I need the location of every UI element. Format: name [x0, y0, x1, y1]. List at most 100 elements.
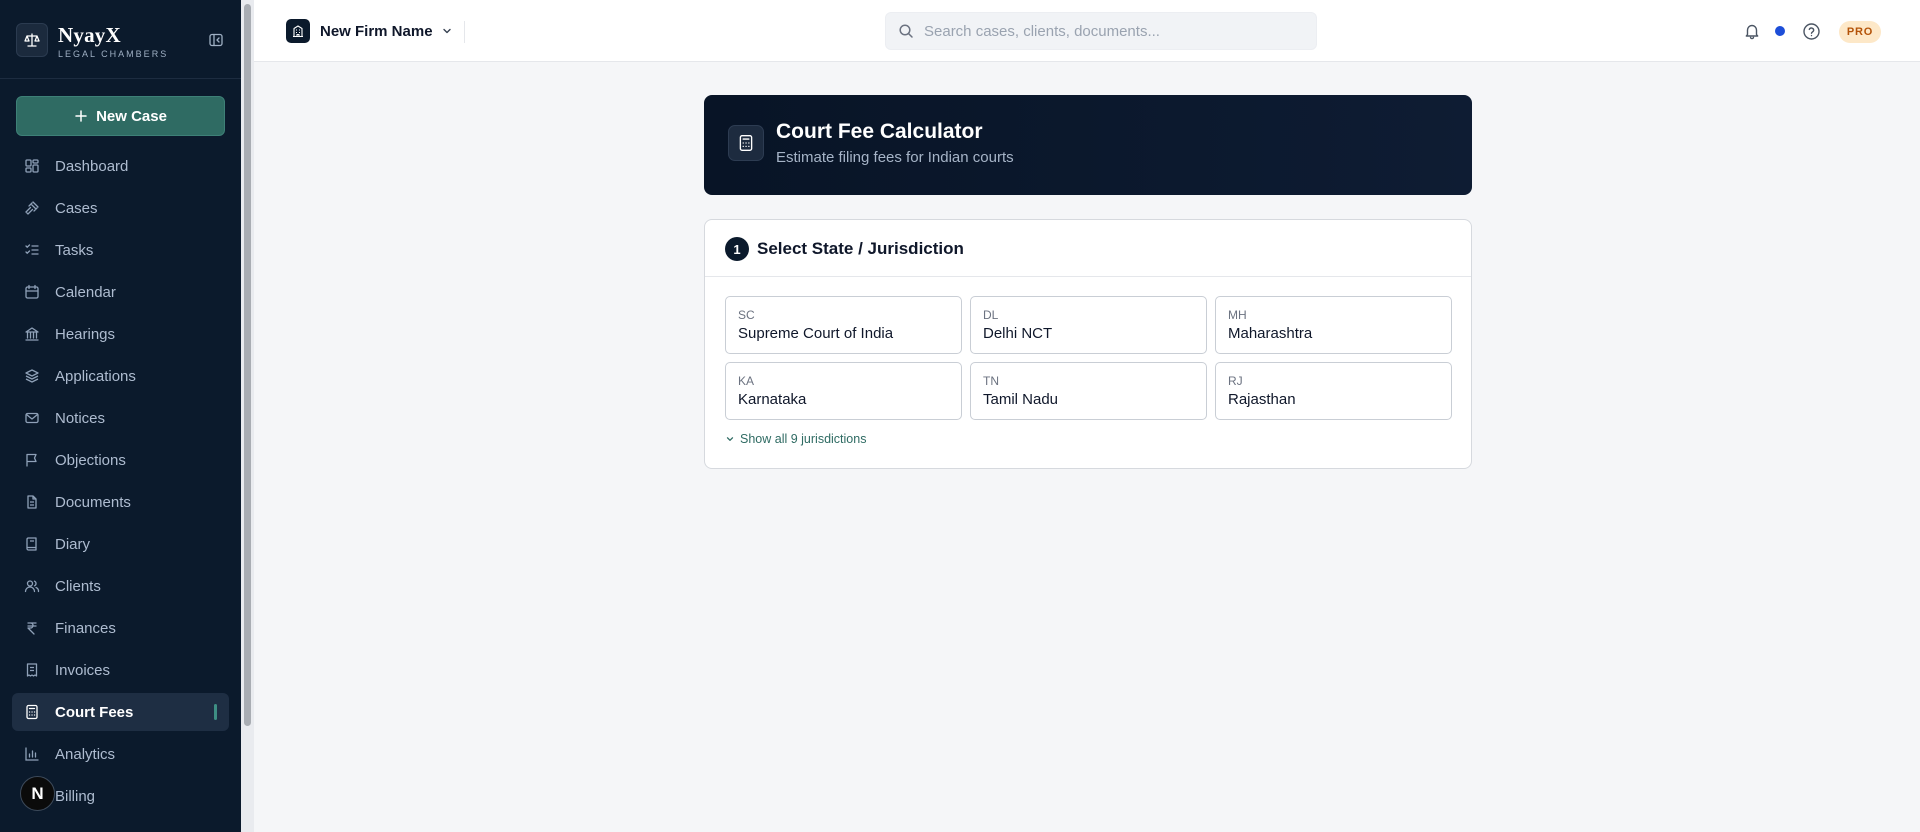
firm-switcher[interactable]: New Firm Name: [286, 19, 453, 43]
sidebar-item-objections[interactable]: Objections: [12, 441, 229, 479]
jurisdiction-code: KA: [738, 374, 755, 388]
jurisdiction-option-mh[interactable]: MH Maharashtra: [1215, 296, 1452, 354]
jurisdiction-option-sc[interactable]: SC Supreme Court of India: [725, 296, 962, 354]
plan-badge: PRO: [1839, 21, 1881, 43]
chevron-down-icon: [726, 437, 734, 441]
search-bar[interactable]: [885, 12, 1317, 50]
sidebar-item-label: Billing: [55, 787, 96, 805]
jurisdiction-option-dl[interactable]: DL Delhi NCT: [970, 296, 1207, 354]
layers-icon: [24, 368, 40, 384]
avatar[interactable]: N: [20, 776, 55, 811]
scales-icon: [16, 23, 48, 57]
jurisdiction-code: TN: [983, 374, 999, 388]
sidebar-item-invoices[interactable]: Invoices: [12, 651, 229, 689]
sidebar-item-label: Documents: [55, 493, 131, 511]
sidebar-item-label: Cases: [55, 199, 98, 217]
sidebar-item-label: Tasks: [55, 241, 94, 259]
help-icon[interactable]: [1800, 20, 1822, 42]
receipt-icon: [24, 662, 40, 678]
sidebar-item-label: Dashboard: [55, 157, 129, 175]
chevron-down-icon: [441, 25, 453, 37]
show-all-label: Show all 9 jurisdictions: [740, 432, 867, 446]
show-all-jurisdictions-link[interactable]: Show all 9 jurisdictions: [725, 432, 866, 446]
gavel-icon: [24, 200, 40, 216]
calendar-icon: [24, 284, 40, 300]
sidebar-item-clients[interactable]: Clients: [12, 567, 229, 605]
sidebar-item-label: Finances: [55, 619, 116, 637]
sidebar-item-tasks[interactable]: Tasks: [12, 231, 229, 269]
sidebar-nav: Dashboard Cases Tasks Calendar Hearings …: [12, 147, 229, 819]
sidebar-collapse-icon[interactable]: [206, 30, 226, 50]
sidebar-item-dashboard[interactable]: Dashboard: [12, 147, 229, 185]
bell-icon[interactable]: [1741, 20, 1763, 42]
dashboard-icon: [24, 158, 40, 174]
sidebar-item-label: Court Fees: [55, 703, 134, 721]
building-icon: [286, 19, 310, 43]
divider: [464, 21, 465, 43]
jurisdiction-option-ka[interactable]: KA Karnataka: [725, 362, 962, 420]
jurisdiction-name: Karnataka: [738, 391, 807, 408]
sidebar-item-analytics[interactable]: Analytics: [12, 735, 229, 773]
plus-icon: [75, 110, 87, 122]
brand[interactable]: NyayX LEGAL CHAMBERS: [16, 23, 226, 61]
flag-icon: [24, 452, 40, 468]
sidebar-item-court-fees[interactable]: Court Fees: [12, 693, 229, 731]
sidebar-divider: [0, 78, 241, 79]
courthouse-icon: [24, 326, 40, 342]
search-icon: [899, 24, 913, 38]
firm-name: New Firm Name: [320, 22, 433, 40]
sidebar-item-label: Objections: [55, 451, 126, 469]
jurisdiction-name: Supreme Court of India: [738, 325, 894, 342]
sidebar-item-label: Applications: [55, 367, 136, 385]
bar-chart-icon: [24, 746, 40, 762]
sidebar-item-label: Calendar: [55, 283, 116, 301]
jurisdiction-name: Maharashtra: [1228, 325, 1313, 342]
card-header: 1 Select State / Jurisdiction: [705, 220, 1471, 277]
sidebar-scrollbar[interactable]: [241, 0, 254, 832]
jurisdiction-code: SC: [738, 308, 755, 322]
jurisdiction-option-rj[interactable]: RJ Rajasthan: [1215, 362, 1452, 420]
sidebar-item-applications[interactable]: Applications: [12, 357, 229, 395]
new-case-label: New Case: [96, 107, 167, 125]
sidebar-item-finances[interactable]: Finances: [12, 609, 229, 647]
active-indicator: [214, 704, 217, 720]
rupee-icon: [24, 620, 40, 636]
sidebar-item-label: Analytics: [55, 745, 116, 763]
card-title: Select State / Jurisdiction: [757, 239, 964, 258]
sidebar-item-label: Diary: [55, 535, 91, 553]
sidebar-item-hearings[interactable]: Hearings: [12, 315, 229, 353]
brand-tagline: LEGAL CHAMBERS: [58, 49, 169, 59]
sidebar-item-calendar[interactable]: Calendar: [12, 273, 229, 311]
notification-dot: [1775, 26, 1785, 36]
jurisdiction-option-tn[interactable]: TN Tamil Nadu: [970, 362, 1207, 420]
sidebar-item-cases[interactable]: Cases: [12, 189, 229, 227]
sidebar-item-label: Notices: [55, 409, 106, 427]
jurisdiction-name: Delhi NCT: [983, 325, 1053, 342]
scrollbar-thumb[interactable]: [244, 4, 251, 726]
page-title: Court Fee Calculator: [776, 120, 983, 143]
sidebar-item-diary[interactable]: Diary: [12, 525, 229, 563]
jurisdiction-name: Tamil Nadu: [983, 391, 1059, 408]
calculator-icon: [24, 704, 40, 720]
sidebar-item-label: Invoices: [55, 661, 111, 679]
jurisdiction-code: MH: [1228, 308, 1247, 322]
new-case-button[interactable]: New Case: [16, 96, 225, 136]
book-icon: [24, 536, 40, 552]
page-subtitle: Estimate filing fees for Indian courts: [776, 149, 1014, 166]
sidebar-item-label: Hearings: [55, 325, 116, 343]
calculator-header: Court Fee Calculator Estimate filing fee…: [704, 95, 1472, 195]
document-icon: [24, 494, 40, 510]
users-icon: [24, 578, 40, 594]
brand-name: NyayX: [58, 23, 121, 47]
sidebar-item-documents[interactable]: Documents: [12, 483, 229, 521]
search-input[interactable]: [924, 22, 1304, 40]
mail-icon: [24, 410, 40, 426]
topbar: New Firm Name PRO: [254, 0, 1920, 62]
jurisdiction-code: DL: [983, 308, 999, 322]
jurisdiction-card: 1 Select State / Jurisdiction SC Supreme…: [704, 219, 1472, 469]
sidebar: NyayX LEGAL CHAMBERS New Case Dashboard …: [0, 0, 241, 832]
jurisdiction-name: Rajasthan: [1228, 391, 1296, 408]
sidebar-item-notices[interactable]: Notices: [12, 399, 229, 437]
step-number: 1: [725, 237, 749, 261]
list-check-icon: [24, 242, 40, 258]
